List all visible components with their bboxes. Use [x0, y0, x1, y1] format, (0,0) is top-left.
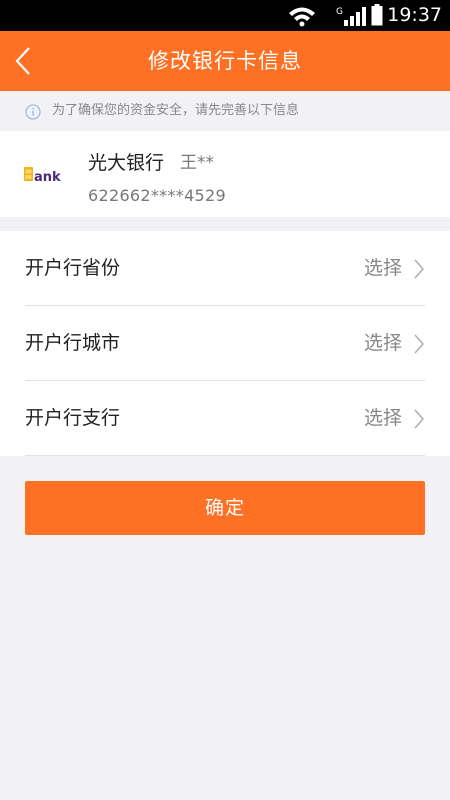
battery-icon — [371, 4, 383, 26]
security-notice: 为了确保您的资金安全，请先完善以下信息 — [0, 91, 450, 131]
chevron-right-icon — [414, 259, 424, 279]
confirm-button[interactable]: 确定 — [25, 481, 425, 535]
row-value: 选择 — [363, 257, 402, 279]
row-value: 选择 — [363, 332, 402, 354]
chevron-right-icon — [414, 409, 424, 429]
row-label: 开户行城市 — [25, 332, 121, 354]
province-selector[interactable]: 开户行省份 选择 — [0, 231, 450, 306]
title-bar: 修改银行卡信息 — [0, 31, 450, 91]
bank-name: 光大银行 — [88, 152, 165, 174]
clock: 19:37 — [387, 4, 442, 26]
bank-branch-form: 开户行省份 选择 开户行城市 选择 开户行支行 选择 — [0, 231, 450, 456]
card-holder-name: 王** — [180, 153, 214, 173]
chevron-right-icon — [414, 334, 424, 354]
bank-logo-icon: ank — [24, 167, 61, 185]
divider — [25, 455, 425, 456]
city-selector[interactable]: 开户行城市 选择 — [0, 306, 450, 381]
row-value: 选择 — [363, 407, 402, 429]
svg-text:ank: ank — [34, 170, 61, 185]
row-label: 开户行省份 — [25, 257, 121, 279]
bank-card-info: ank 光大银行 王** 622662****4529 — [0, 131, 450, 217]
card-number: 622662****4529 — [88, 186, 226, 205]
row-label: 开户行支行 — [25, 407, 121, 429]
notice-text: 为了确保您的资金安全，请先完善以下信息 — [52, 103, 300, 118]
info-circle-icon — [25, 104, 41, 120]
wifi-icon — [289, 7, 315, 27]
branch-selector[interactable]: 开户行支行 选择 — [0, 381, 450, 456]
signal-icon: G — [336, 7, 366, 26]
network-type-badge: G — [336, 7, 343, 17]
page-title: 修改银行卡信息 — [148, 49, 302, 73]
status-bar: G 19:37 — [0, 0, 450, 31]
